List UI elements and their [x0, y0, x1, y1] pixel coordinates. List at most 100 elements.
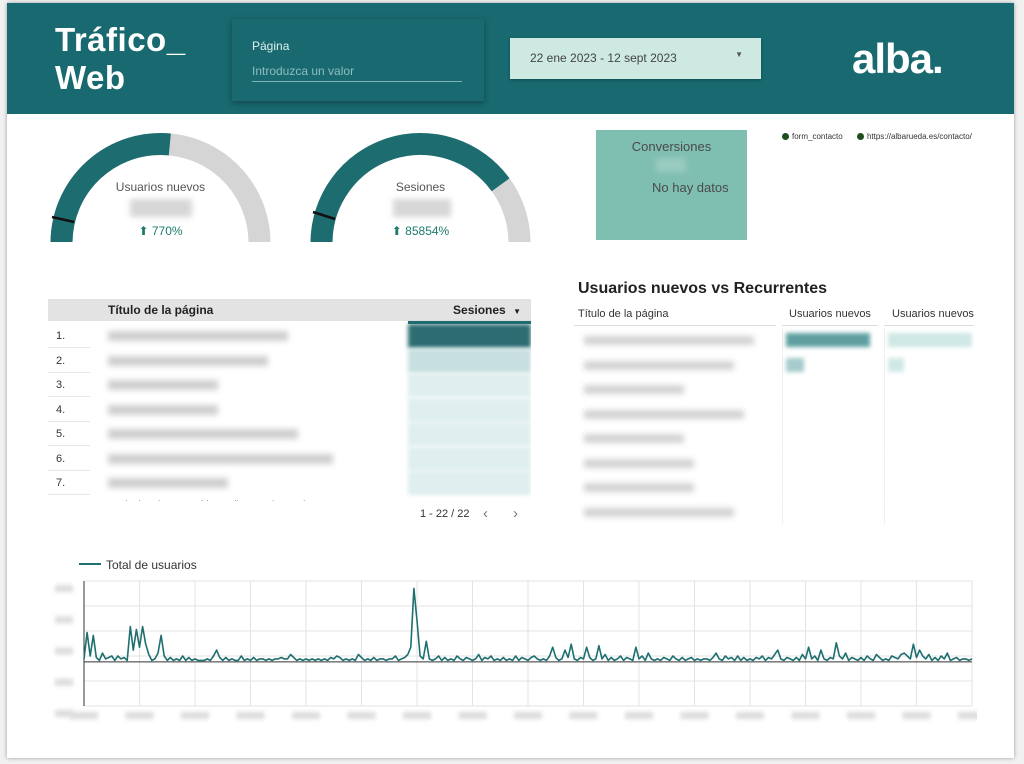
x-tick-label-redacted: [403, 712, 431, 719]
page-filter-control: Página: [232, 19, 484, 101]
sessions-bar-redacted: [408, 348, 531, 373]
page-title-redacted: [108, 478, 228, 488]
column-divider: [782, 499, 783, 524]
table-row[interactable]: [574, 499, 974, 524]
table-row[interactable]: [574, 401, 974, 426]
sessions-bar-redacted: [408, 422, 531, 446]
new-vs-returning-title: Usuarios nuevos vs Recurrentes: [578, 280, 827, 297]
page-filter-input[interactable]: [252, 61, 462, 82]
x-tick-label-redacted: [791, 712, 820, 719]
new-users-value-redacted: [130, 199, 192, 217]
table-row[interactable]: [574, 328, 974, 352]
page-title-redacted: [108, 404, 218, 415]
chevron-left-icon[interactable]: ‹: [483, 505, 488, 522]
y-tick-label-redacted: [55, 710, 73, 717]
x-tick-label-redacted: [902, 712, 931, 719]
conversions-value-redacted: [656, 158, 686, 172]
caret-down-icon: ▼: [735, 50, 743, 59]
x-tick-label-redacted: [181, 712, 209, 719]
x-tick-label-redacted: [847, 712, 875, 719]
row-index: 6.: [56, 452, 66, 465]
legend-item: https://albarueda.es/contacto/: [856, 132, 972, 141]
row-index: 3.: [56, 379, 66, 391]
table-row[interactable]: 2.: [48, 348, 531, 373]
page-title-redacted: [108, 331, 288, 341]
page-title-redacted: [584, 336, 754, 345]
row-index: 7.: [56, 477, 66, 489]
header-underline: [782, 325, 878, 326]
sessions-label: Sesiones: [395, 180, 446, 194]
legend-item: form_contacto: [782, 132, 843, 141]
x-tick-label-redacted: [958, 712, 977, 719]
title-line-1: Tráfico_: [55, 21, 186, 58]
table-row[interactable]: 8.Marketing de Contenidos - Alba Rueda F…: [48, 496, 531, 502]
x-tick-label-redacted: [347, 712, 376, 719]
scorecard-sessions: Sesiones ⬆ 85854%: [310, 127, 531, 242]
col-sessions[interactable]: Sesiones ▼: [453, 303, 521, 317]
table-row[interactable]: 6.: [48, 446, 531, 471]
page-title-redacted: [108, 380, 218, 390]
col-page-title[interactable]: Título de la página: [108, 303, 213, 317]
page-title-redacted: [584, 385, 684, 394]
scorecard-new-users: Usuarios nuevos ⬆ 770%: [50, 127, 271, 242]
column-divider: [782, 328, 783, 352]
table-row[interactable]: [574, 377, 974, 401]
chevron-right-icon[interactable]: ›: [513, 505, 518, 522]
table-row[interactable]: 7.: [48, 471, 531, 495]
sessions-value-redacted: [393, 199, 451, 217]
sessions-delta-value: 85854%: [405, 224, 450, 238]
col-new-users-2[interactable]: Usuarios nuevos: [892, 308, 974, 320]
y-tick-label-redacted: [55, 647, 73, 655]
col-new-users-1[interactable]: Usuarios nuevos: [789, 308, 871, 320]
table-row[interactable]: 3.: [48, 373, 531, 397]
total-users-chart: Total de usuarios: [47, 548, 977, 728]
table-row[interactable]: [574, 352, 974, 377]
x-tick-label-redacted: [458, 712, 487, 719]
pagination-label: 1 - 22 / 22: [420, 508, 470, 520]
returning-users-bar-redacted: [888, 333, 972, 347]
row-index: 2.: [56, 354, 66, 367]
date-range-selector[interactable]: 22 ene 2023 - 12 sept 2023 ▼: [510, 38, 761, 79]
x-tick-label-redacted: [292, 712, 320, 719]
new-users-delta-value: 770%: [151, 224, 183, 238]
table-row[interactable]: [574, 426, 974, 450]
page-title-redacted: [584, 458, 694, 468]
new-users-delta: ⬆ 770%: [50, 224, 271, 238]
column-divider: [884, 450, 885, 475]
x-tick-label-redacted: [514, 712, 542, 719]
col-page-title[interactable]: Título de la página: [578, 308, 669, 320]
sessions-bar-redacted: [408, 446, 531, 471]
table-row[interactable]: 4.: [48, 397, 531, 422]
y-tick-label-redacted: [55, 678, 73, 686]
x-tick-label-redacted: [70, 712, 98, 719]
column-divider: [884, 328, 885, 352]
legend-label: form_contacto: [792, 132, 843, 141]
header-underline: [574, 325, 776, 326]
table-row[interactable]: [574, 450, 974, 475]
column-divider: [782, 352, 783, 377]
table-row[interactable]: [574, 475, 974, 499]
column-divider: [884, 377, 885, 401]
column-divider: [884, 426, 885, 450]
new-users-bar-redacted: [786, 333, 870, 347]
sessions-delta: ⬆ 85854%: [310, 224, 531, 238]
sessions-bar-redacted: [408, 324, 531, 348]
col-sessions-label: Sesiones: [453, 303, 506, 317]
new-users-bar-redacted: [786, 357, 804, 372]
page-title-redacted: [584, 360, 734, 370]
y-tick-label-redacted: [55, 585, 73, 592]
conversion-legend: form_contacto https://albarueda.es/conta…: [782, 132, 984, 141]
legend-dot: [856, 133, 864, 140]
y-tick-label-redacted: [55, 616, 73, 624]
row-index: 1.: [56, 330, 66, 342]
page-title-redacted: [108, 429, 298, 439]
sessions-bar-redacted: [408, 373, 531, 397]
table-row[interactable]: 1.: [48, 324, 531, 348]
column-divider: [884, 499, 885, 524]
column-divider: [782, 450, 783, 475]
column-divider: [782, 426, 783, 450]
table-row[interactable]: 5.: [48, 422, 531, 446]
conversions-scorecard: Conversiones No hay datos: [596, 130, 747, 240]
dashboard-page: Tráfico_ Web Página 22 ene 2023 - 12 sep…: [7, 3, 1014, 758]
arrow-up-icon: ⬆: [138, 224, 149, 238]
